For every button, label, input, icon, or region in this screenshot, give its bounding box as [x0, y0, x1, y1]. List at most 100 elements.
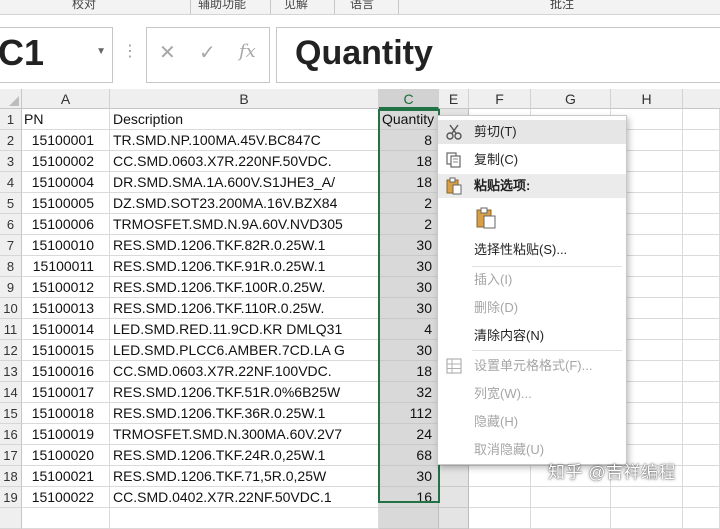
cell-pn[interactable]: 15100020	[22, 445, 110, 466]
cell-quantity[interactable]: 16	[379, 487, 439, 508]
cell-pn[interactable]: 15100022	[22, 487, 110, 508]
cell-quantity[interactable]: 2	[379, 214, 439, 235]
cell-quantity[interactable]: 30	[379, 298, 439, 319]
cell-empty[interactable]	[439, 508, 469, 529]
cell-description[interactable]: RES.SMD.1206.TKF.36R.0.25W.1	[110, 403, 379, 424]
cell-pn[interactable]: 15100018	[22, 403, 110, 424]
cell-description[interactable]	[110, 508, 379, 529]
cell-pn[interactable]: 15100013	[22, 298, 110, 319]
cell-pn[interactable]: 15100012	[22, 277, 110, 298]
column-header-h[interactable]: H	[611, 89, 683, 109]
cell-description[interactable]: RES.SMD.1206.TKF.51R.0%6B25W	[110, 382, 379, 403]
insert-function-icon[interactable]: fx	[239, 41, 256, 62]
cell-description[interactable]: CC.SMD.0402.X7R.22NF.50VDC.1	[110, 487, 379, 508]
cell-description[interactable]: RES.SMD.1206.TKF.24R.0,25W.1	[110, 445, 379, 466]
cell-pn[interactable]	[22, 508, 110, 529]
cell-quantity[interactable]	[379, 508, 439, 529]
cell-description[interactable]: RES.SMD.1206.TKF.100R.0.25W.	[110, 277, 379, 298]
cell-empty[interactable]	[683, 382, 720, 403]
cell-pn[interactable]: 15100015	[22, 340, 110, 361]
cell-pn[interactable]: 15100005	[22, 193, 110, 214]
cell-quantity[interactable]: 30	[379, 235, 439, 256]
cell-description[interactable]: RES.SMD.1206.TKF.71,5R.0,25W	[110, 466, 379, 487]
cell-pn[interactable]: 15100021	[22, 466, 110, 487]
cell-quantity[interactable]: 30	[379, 466, 439, 487]
row-header[interactable]: 12	[0, 340, 22, 361]
cell-empty[interactable]	[683, 403, 720, 424]
cell-empty[interactable]	[469, 508, 531, 529]
cell-empty[interactable]	[683, 466, 720, 487]
cell-pn[interactable]: 15100011	[22, 256, 110, 277]
chevron-down-icon[interactable]: ▼	[96, 46, 106, 57]
cell-quantity[interactable]: 18	[379, 172, 439, 193]
cell-quantity[interactable]: 30	[379, 340, 439, 361]
row-header[interactable]: 4	[0, 172, 22, 193]
cell-pn[interactable]: PN	[22, 109, 110, 130]
row-header[interactable]: 3	[0, 151, 22, 172]
cell-description[interactable]: CC.SMD.0603.X7R.22NF.100VDC.	[110, 361, 379, 382]
cell-pn[interactable]: 15100019	[22, 424, 110, 445]
cell-empty[interactable]	[683, 256, 720, 277]
enter-icon[interactable]: ✓	[199, 40, 216, 65]
row-header[interactable]	[0, 508, 22, 529]
cell-empty[interactable]	[683, 172, 720, 193]
row-header[interactable]: 17	[0, 445, 22, 466]
column-header-c[interactable]: C	[379, 89, 439, 109]
cell-pn[interactable]: 15100006	[22, 214, 110, 235]
cell-empty[interactable]	[683, 487, 720, 508]
cell-empty[interactable]	[683, 151, 720, 172]
cell-description[interactable]: LED.SMD.PLCC6.AMBER.7CD.LA G	[110, 340, 379, 361]
row-header[interactable]: 10	[0, 298, 22, 319]
cell-description[interactable]: TRMOSFET.SMD.N.300MA.60V.2V7	[110, 424, 379, 445]
row-header[interactable]: 5	[0, 193, 22, 214]
row-header[interactable]: 15	[0, 403, 22, 424]
cell-quantity[interactable]: 24	[379, 424, 439, 445]
cell-quantity[interactable]: 68	[379, 445, 439, 466]
cell-quantity[interactable]: 18	[379, 151, 439, 172]
cell-pn[interactable]: 15100010	[22, 235, 110, 256]
cell-description[interactable]: RES.SMD.1206.TKF.91R.0.25W.1	[110, 256, 379, 277]
cell-empty[interactable]	[611, 487, 683, 508]
menu-item-cut[interactable]: 剪切(T)	[438, 120, 626, 144]
cell-empty[interactable]	[611, 508, 683, 529]
cell-description[interactable]: DZ.SMD.SOT23.200MA.16V.BZX84	[110, 193, 379, 214]
cell-description[interactable]: TRMOSFET.SMD.N.9A.60V.NVD305	[110, 214, 379, 235]
row-header[interactable]: 13	[0, 361, 22, 382]
row-header[interactable]: 1	[0, 109, 22, 130]
cell-quantity[interactable]: 4	[379, 319, 439, 340]
cell-description[interactable]: RES.SMD.1206.TKF.82R.0.25W.1	[110, 235, 379, 256]
menu-item-paste-special[interactable]: 选择性粘贴(S)...	[438, 238, 626, 262]
cell-quantity[interactable]: 2	[379, 193, 439, 214]
cell-description[interactable]: RES.SMD.1206.TKF.110R.0.25W.	[110, 298, 379, 319]
cell-description[interactable]: Description	[110, 109, 379, 130]
row-header[interactable]: 2	[0, 130, 22, 151]
paste-icon[interactable]	[474, 206, 498, 230]
cell-quantity[interactable]: 8	[379, 130, 439, 151]
cell-empty[interactable]	[439, 466, 469, 487]
cell-pn[interactable]: 15100001	[22, 130, 110, 151]
cell-description[interactable]: LED.SMD.RED.11.9CD.KR DMLQ31	[110, 319, 379, 340]
cell-empty[interactable]	[469, 466, 531, 487]
column-header-b[interactable]: B	[110, 89, 379, 109]
cell-empty[interactable]	[683, 361, 720, 382]
row-header[interactable]: 19	[0, 487, 22, 508]
cell-quantity[interactable]: 30	[379, 277, 439, 298]
cell-empty[interactable]	[469, 487, 531, 508]
cell-quantity[interactable]: 30	[379, 256, 439, 277]
cell-quantity[interactable]: Quantity	[379, 109, 439, 130]
column-header-e[interactable]: E	[439, 89, 469, 109]
cell-empty[interactable]	[683, 298, 720, 319]
cell-quantity[interactable]: 112	[379, 403, 439, 424]
cell-description[interactable]: DR.SMD.SMA.1A.600V.S1JHE3_A/	[110, 172, 379, 193]
formula-input[interactable]: Quantity	[276, 27, 720, 83]
cell-empty[interactable]	[531, 508, 611, 529]
cell-empty[interactable]	[683, 214, 720, 235]
row-header[interactable]: 18	[0, 466, 22, 487]
row-header[interactable]: 11	[0, 319, 22, 340]
cell-empty[interactable]	[683, 445, 720, 466]
cell-pn[interactable]: 15100016	[22, 361, 110, 382]
cell-empty[interactable]	[683, 235, 720, 256]
cancel-icon[interactable]: ✕	[159, 40, 176, 65]
select-all-button[interactable]	[0, 89, 22, 109]
row-header[interactable]: 14	[0, 382, 22, 403]
